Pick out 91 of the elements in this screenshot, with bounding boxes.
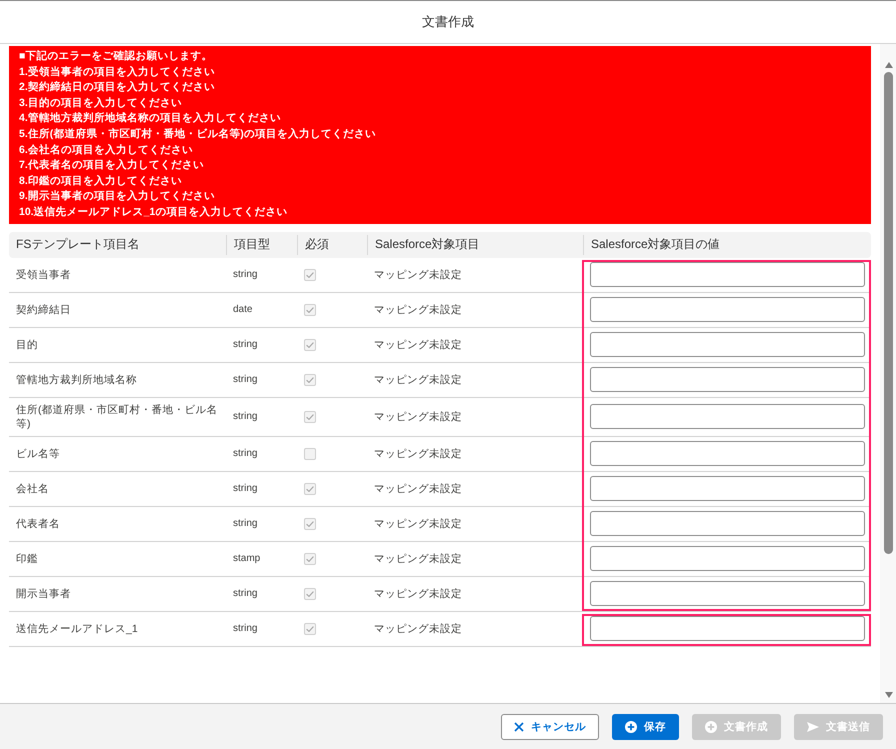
- field-name: 受領当事者: [16, 268, 71, 282]
- required-checkbox[interactable]: [304, 338, 316, 351]
- scroll-up-icon[interactable]: [884, 62, 892, 68]
- error-message: 10.送信先メールアドレス_1の項目を入力してください: [19, 204, 288, 220]
- checkmark-icon: [306, 590, 314, 597]
- column-header: FSテンプレート項目名: [16, 236, 140, 254]
- field-name: 契約締結日: [16, 302, 71, 317]
- field-name: 開示当事者: [16, 586, 71, 601]
- mapping-status: マッピング未設定: [374, 338, 462, 352]
- send-icon: [807, 722, 819, 732]
- value-input[interactable]: [590, 476, 865, 502]
- column-header: Salesforce対象項目の値: [591, 236, 720, 254]
- field-type: string: [233, 482, 258, 496]
- required-checkbox[interactable]: [304, 448, 316, 460]
- mapping-status: マッピング未設定: [374, 586, 462, 601]
- dialog-title: 文書作成: [422, 13, 474, 31]
- checkmark-icon: [306, 376, 314, 383]
- mapping-status: マッピング未設定: [374, 268, 462, 282]
- checkmark-icon: [306, 626, 314, 632]
- column-header: Salesforce対象項目: [375, 236, 480, 254]
- mapping-status: マッピング未設定: [374, 552, 462, 566]
- error-heading: ■下記のエラーをご確認お願いします。: [19, 49, 212, 64]
- field-name: 管轄地方裁判所地域名称: [16, 372, 137, 387]
- checkmark-icon: [306, 556, 314, 562]
- field-name: 送信先メールアドレス_1: [16, 622, 138, 636]
- value-input[interactable]: [590, 546, 865, 572]
- mapping-status: マッピング未設定: [374, 516, 462, 531]
- field-type: date: [233, 302, 252, 317]
- required-checkbox[interactable]: [304, 374, 316, 386]
- scrollbar-thumb[interactable]: [884, 72, 893, 554]
- error-message: 9.開示当事者の項目を入力してください: [19, 189, 215, 204]
- required-checkbox[interactable]: [304, 304, 316, 316]
- error-message: 3.目的の項目を入力してください: [19, 96, 182, 111]
- field-type: string: [233, 268, 258, 282]
- field-name: 代表者名: [16, 516, 60, 531]
- mapping-status: マッピング未設定: [374, 302, 462, 317]
- mapping-status: マッピング未設定: [374, 410, 462, 424]
- field-type: string: [233, 372, 258, 387]
- value-input[interactable]: [590, 332, 865, 358]
- mapping-status: マッピング未設定: [374, 482, 462, 496]
- required-checkbox[interactable]: [304, 518, 316, 530]
- error-message: 4.管轄地方裁判所地域名称の項目を入力してください: [19, 111, 281, 126]
- error-message: 2.契約締結日の項目を入力してください: [19, 80, 215, 96]
- field-type: string: [233, 338, 258, 352]
- error-message: 8.印鑑の項目を入力してください: [19, 174, 182, 189]
- mapping-status: マッピング未設定: [374, 622, 462, 636]
- cancel-button[interactable]: キャンセル: [501, 714, 599, 740]
- field-type: string: [233, 622, 258, 636]
- error-message: 1.受領当事者の項目を入力してください: [19, 64, 215, 80]
- required-checkbox[interactable]: [304, 482, 316, 495]
- field-name: 住所(都道府県・市区町村・番地・ビル名等): [16, 402, 218, 431]
- value-input[interactable]: [590, 404, 865, 430]
- field-name: 目的: [16, 338, 38, 352]
- field-type: string: [233, 516, 258, 531]
- field-name: 印鑑: [16, 552, 38, 566]
- checkmark-icon: [306, 272, 314, 278]
- checkmark-icon: [306, 486, 314, 492]
- column-header: 必須: [305, 236, 329, 254]
- mapping-status: マッピング未設定: [374, 446, 462, 461]
- field-name: ビル名等: [16, 446, 60, 461]
- error-message: 7.代表者名の項目を入力してください: [19, 158, 204, 174]
- save-button[interactable]: 保存: [612, 714, 679, 740]
- scroll-down-icon[interactable]: [884, 692, 892, 698]
- value-input[interactable]: [590, 511, 865, 536]
- field-type: string: [233, 446, 258, 461]
- error-message: 5.住所(都道府県・市区町村・番地・ビル名等)の項目を入力してください: [19, 126, 376, 142]
- error-message: 6.会社名の項目を入力してください: [19, 142, 193, 158]
- required-checkbox[interactable]: [304, 268, 316, 281]
- checkmark-icon: [306, 342, 314, 348]
- field-type: string: [233, 586, 258, 601]
- plus-circle-icon: [705, 720, 717, 732]
- field-name: 会社名: [16, 482, 49, 496]
- required-checkbox[interactable]: [304, 588, 316, 600]
- field-type: string: [233, 410, 258, 424]
- close-icon: [514, 722, 524, 732]
- value-input[interactable]: [590, 367, 865, 392]
- checkmark-icon: [306, 414, 314, 420]
- mapping-status: マッピング未設定: [374, 372, 462, 387]
- required-checkbox[interactable]: [304, 410, 316, 423]
- value-input[interactable]: [590, 262, 865, 288]
- value-input[interactable]: [590, 297, 865, 322]
- column-header: 項目型: [234, 236, 270, 254]
- field-type: stamp: [233, 552, 260, 566]
- value-input[interactable]: [590, 581, 865, 606]
- required-checkbox[interactable]: [304, 622, 316, 635]
- checkmark-icon: [306, 520, 314, 527]
- plus-circle-icon: [625, 720, 637, 732]
- required-checkbox[interactable]: [304, 552, 316, 565]
- value-input[interactable]: [590, 441, 865, 466]
- checkmark-icon: [306, 306, 314, 313]
- value-input[interactable]: [590, 616, 865, 642]
